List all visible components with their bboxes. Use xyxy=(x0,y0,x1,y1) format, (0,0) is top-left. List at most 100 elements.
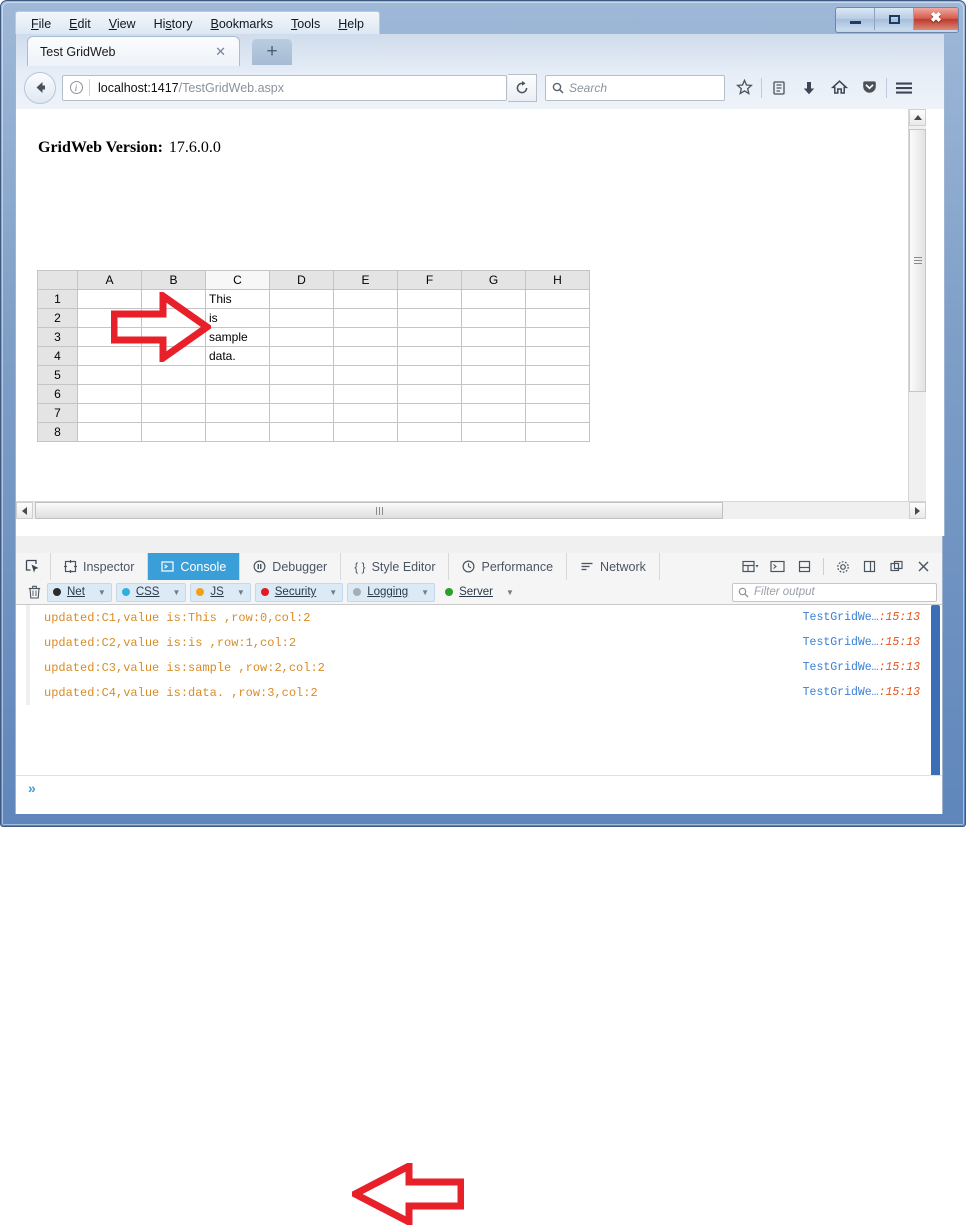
close-devtools-icon[interactable] xyxy=(911,554,936,579)
grid-cell-H8[interactable] xyxy=(525,422,590,442)
grid-cell-C3[interactable]: sample xyxy=(205,327,270,347)
maximize-button[interactable] xyxy=(875,8,914,30)
grid-cell-G8[interactable] xyxy=(461,422,526,442)
chevron-down-icon[interactable]: ▼ xyxy=(329,588,337,597)
minimize-button[interactable] xyxy=(836,8,875,30)
grid-cell-G2[interactable] xyxy=(461,308,526,328)
grid-cell-F2[interactable] xyxy=(397,308,462,328)
grid-cell-C5[interactable] xyxy=(205,365,270,385)
horizontal-scroll-thumb[interactable] xyxy=(35,502,723,519)
tab-inspector[interactable]: Inspector xyxy=(51,553,149,580)
filter-net-button[interactable]: Net ▼ xyxy=(47,582,112,602)
detach-window-icon[interactable] xyxy=(884,554,909,579)
row-header-1[interactable]: 1 xyxy=(37,289,78,309)
back-button[interactable] xyxy=(24,71,56,104)
tab-network[interactable]: Network xyxy=(567,553,660,580)
grid-cell-E6[interactable] xyxy=(333,384,398,404)
grid-cell-H6[interactable] xyxy=(525,384,590,404)
grid-cell-C7[interactable] xyxy=(205,403,270,423)
dock-side-icon[interactable] xyxy=(857,554,882,579)
grid-cell-F3[interactable] xyxy=(397,327,462,347)
tab-console[interactable]: Console xyxy=(148,553,241,580)
grid-cell-H5[interactable] xyxy=(525,365,590,385)
row-header-3[interactable]: 3 xyxy=(37,327,78,347)
menu-item-view[interactable]: View xyxy=(100,14,145,34)
grid-cell-D5[interactable] xyxy=(269,365,334,385)
tab-debugger[interactable]: Debugger xyxy=(240,553,342,580)
grid-cell-A7[interactable] xyxy=(77,403,142,423)
grid-cell-B6[interactable] xyxy=(141,384,206,404)
row-header-2[interactable]: 2 xyxy=(37,308,78,328)
menu-item-bookmarks[interactable]: Bookmarks xyxy=(202,14,283,34)
row-header-8[interactable]: 8 xyxy=(37,422,78,442)
reading-list-icon[interactable] xyxy=(764,73,794,103)
grid-cell-F4[interactable] xyxy=(397,346,462,366)
grid-cell-E7[interactable] xyxy=(333,403,398,423)
row-header-6[interactable]: 6 xyxy=(37,384,78,404)
console-log-source-link[interactable]: TestGridWe…:15:13 xyxy=(803,686,920,699)
grid-cell-A8[interactable] xyxy=(77,422,142,442)
chevron-down-icon[interactable]: ▼ xyxy=(172,588,180,597)
home-icon[interactable] xyxy=(824,73,854,103)
console-log-source-link[interactable]: TestGridWe…:15:13 xyxy=(803,611,920,624)
grid-cell-F8[interactable] xyxy=(397,422,462,442)
grid-cell-G7[interactable] xyxy=(461,403,526,423)
filter-security-button[interactable]: Security ▼ xyxy=(254,582,344,602)
console-log-row[interactable]: updated:C3,value is:sample ,row:2,col:2 T… xyxy=(16,655,942,680)
scroll-left-button[interactable] xyxy=(16,502,33,519)
filter-js-button[interactable]: JS ▼ xyxy=(190,582,251,602)
clear-console-button[interactable] xyxy=(21,585,47,599)
grid-corner-cell[interactable] xyxy=(37,270,78,290)
tab-close-icon[interactable]: ✕ xyxy=(210,44,231,60)
element-picker-button[interactable] xyxy=(16,553,51,580)
console-log-source-link[interactable]: TestGridWe…:15:13 xyxy=(803,636,920,649)
chevron-down-icon[interactable]: ▼ xyxy=(237,588,245,597)
console-log-source-link[interactable]: TestGridWe…:15:13 xyxy=(803,661,920,674)
grid-cell-G4[interactable] xyxy=(461,346,526,366)
column-header-h[interactable]: H xyxy=(525,270,590,290)
tab-test-gridweb[interactable]: Test GridWeb ✕ xyxy=(27,36,240,66)
grid-cell-A5[interactable] xyxy=(77,365,142,385)
menu-item-file[interactable]: File xyxy=(22,14,60,34)
menu-item-edit[interactable]: Edit xyxy=(60,14,100,34)
grid-cell-B7[interactable] xyxy=(141,403,206,423)
grid-cell-C2[interactable]: is xyxy=(205,308,270,328)
grid-cell-B8[interactable] xyxy=(141,422,206,442)
responsive-design-icon[interactable] xyxy=(738,554,763,579)
grid-cell-E3[interactable] xyxy=(333,327,398,347)
page-vertical-scrollbar[interactable] xyxy=(908,109,926,519)
grid-cell-E2[interactable] xyxy=(333,308,398,328)
close-button[interactable]: ✖ xyxy=(914,8,958,30)
grid-cell-C8[interactable] xyxy=(205,422,270,442)
new-tab-button[interactable]: + xyxy=(252,39,292,65)
console-log-row[interactable]: updated:C2,value is:is ,row:1,col:2 TestG… xyxy=(16,630,942,655)
grid-cell-D1[interactable] xyxy=(269,289,334,309)
url-bar[interactable]: i localhost:1417/TestGridWeb.aspx xyxy=(62,74,507,101)
column-header-e[interactable]: E xyxy=(333,270,398,290)
grid-cell-D7[interactable] xyxy=(269,403,334,423)
devtools-splitter[interactable] xyxy=(16,536,942,553)
tab-performance[interactable]: Performance xyxy=(449,553,568,580)
grid-cell-D2[interactable] xyxy=(269,308,334,328)
grid-cell-D3[interactable] xyxy=(269,327,334,347)
menu-item-help[interactable]: Help xyxy=(329,14,373,34)
row-header-5[interactable]: 5 xyxy=(37,365,78,385)
site-identity-icon[interactable]: i xyxy=(63,81,89,94)
menu-hamburger-icon[interactable] xyxy=(889,73,919,103)
grid-cell-E4[interactable] xyxy=(333,346,398,366)
chevron-down-icon[interactable]: ▼ xyxy=(98,588,106,597)
filter-css-button[interactable]: CSS ▼ xyxy=(115,582,187,602)
menu-item-tools[interactable]: Tools xyxy=(282,14,329,34)
grid-cell-E5[interactable] xyxy=(333,365,398,385)
chevron-down-icon[interactable]: ▼ xyxy=(421,588,429,597)
row-header-4[interactable]: 4 xyxy=(37,346,78,366)
grid-cell-F6[interactable] xyxy=(397,384,462,404)
grid-cell-G3[interactable] xyxy=(461,327,526,347)
console-log-row[interactable]: updated:C4,value is:data. ,row:3,col:2 Te… xyxy=(16,680,942,705)
column-header-b[interactable]: B xyxy=(141,270,206,290)
grid-cell-C1[interactable]: This xyxy=(205,289,270,309)
tab-style-editor[interactable]: { } Style Editor xyxy=(341,553,450,580)
split-console-icon[interactable] xyxy=(765,554,790,579)
column-header-c[interactable]: C xyxy=(205,270,270,290)
menu-item-history[interactable]: History xyxy=(145,14,202,34)
